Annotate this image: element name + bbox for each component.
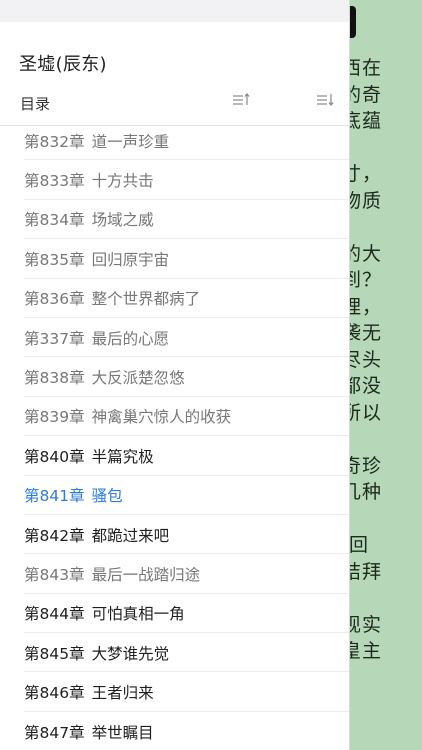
chapter-title: 大梦谁先觉	[91, 644, 170, 663]
chapter-number: 第337章	[24, 329, 85, 348]
chapter-number: 第843章	[24, 565, 85, 584]
chapter-title: 最后的心愿	[91, 329, 170, 348]
chapter-title: 神禽巢穴惊人的收获	[91, 408, 232, 427]
chapter-item[interactable]: 第337章 最后的心愿	[0, 318, 349, 358]
chapter-number: 第840章	[24, 447, 85, 466]
chapter-number: 第844章	[24, 605, 85, 624]
chapter-item[interactable]: 第846章 王者归来	[0, 672, 349, 713]
chapter-number: 第841章	[24, 487, 85, 506]
chapter-title: 场域之威	[91, 211, 154, 230]
chapter-title: 举世瞩目	[91, 723, 154, 742]
chapter-number: 第836章	[24, 290, 85, 309]
chapter-number: 第847章	[24, 723, 85, 742]
chapter-item[interactable]: 第844章 可怕真相一角	[0, 594, 349, 634]
chapter-title: 半篇究极	[91, 447, 154, 466]
chapter-item[interactable]: 第843章 最后一战踏归途	[0, 554, 349, 595]
chapter-item[interactable]: 第839章 神禽巢穴惊人的收获	[0, 397, 349, 437]
toc-label: 目录	[20, 95, 51, 113]
chapter-number: 第845章	[24, 644, 85, 663]
table-of-contents-drawer: 圣墟(辰东) 目录 第832章 道一声珍重 第833章 十方共击 第834章 场域之威 第8…	[0, 0, 350, 750]
reader-visible-text: 西在 的奇 底蕴 寸， 物质 的大 到？ 理， 袭无 尽头 都没 所以 奇珍 几…	[342, 57, 383, 662]
chapter-number: 第832章	[24, 132, 85, 151]
sort-ascending-icon[interactable]	[232, 92, 250, 108]
chapter-number: 第834章	[24, 211, 85, 230]
chapter-item[interactable]: 第838章 大反派楚忽悠	[0, 357, 349, 398]
chapter-number: 第842章	[24, 526, 85, 545]
chapter-list: 第832章 道一声珍重 第833章 十方共击 第834章 场域之威 第835章 回归原宇宙 第8…	[0, 121, 349, 750]
chapter-item[interactable]: 第847章 举世瞩目	[0, 712, 349, 750]
chapter-title: 道一声珍重	[91, 132, 170, 151]
chapter-title: 都跪过来吧	[91, 526, 170, 545]
chapter-number: 第833章	[24, 172, 85, 191]
drawer-status-area	[0, 0, 349, 22]
chapter-item[interactable]: 第842章 都跪过来吧	[0, 515, 349, 555]
chapter-title: 骚包	[91, 487, 123, 506]
chapter-title: 整个世界都病了	[91, 290, 201, 309]
chapter-item[interactable]: 第835章 回归原宇宙	[0, 239, 349, 279]
chapter-title: 可怕真相一角	[91, 605, 185, 624]
chapter-item[interactable]: 第841章 骚包	[0, 476, 349, 516]
book-title: 圣墟(辰东)	[19, 54, 107, 75]
chapter-item[interactable]: 第834章 场域之威	[0, 200, 349, 240]
chapter-item[interactable]: 第833章 十方共击	[0, 160, 349, 201]
chapter-title: 回归原宇宙	[91, 250, 170, 269]
chapter-number: 第839章	[24, 408, 85, 427]
chapter-item[interactable]: 第836章 整个世界都病了	[0, 279, 349, 319]
chapter-title: 十方共击	[91, 172, 154, 191]
chapter-number: 第846章	[24, 684, 85, 703]
chapter-number: 第838章	[24, 369, 85, 388]
chapter-item[interactable]: 第832章 道一声珍重	[0, 121, 349, 161]
chapter-item[interactable]: 第840章 半篇究极	[0, 436, 349, 476]
chapter-title: 大反派楚忽悠	[91, 369, 185, 388]
chapter-title: 王者归来	[91, 684, 154, 703]
chapter-title: 最后一战踏归途	[91, 565, 201, 584]
chapter-number: 第835章	[24, 250, 85, 269]
sort-descending-icon[interactable]	[316, 92, 334, 108]
chapter-item[interactable]: 第845章 大梦谁先觉	[0, 633, 349, 673]
